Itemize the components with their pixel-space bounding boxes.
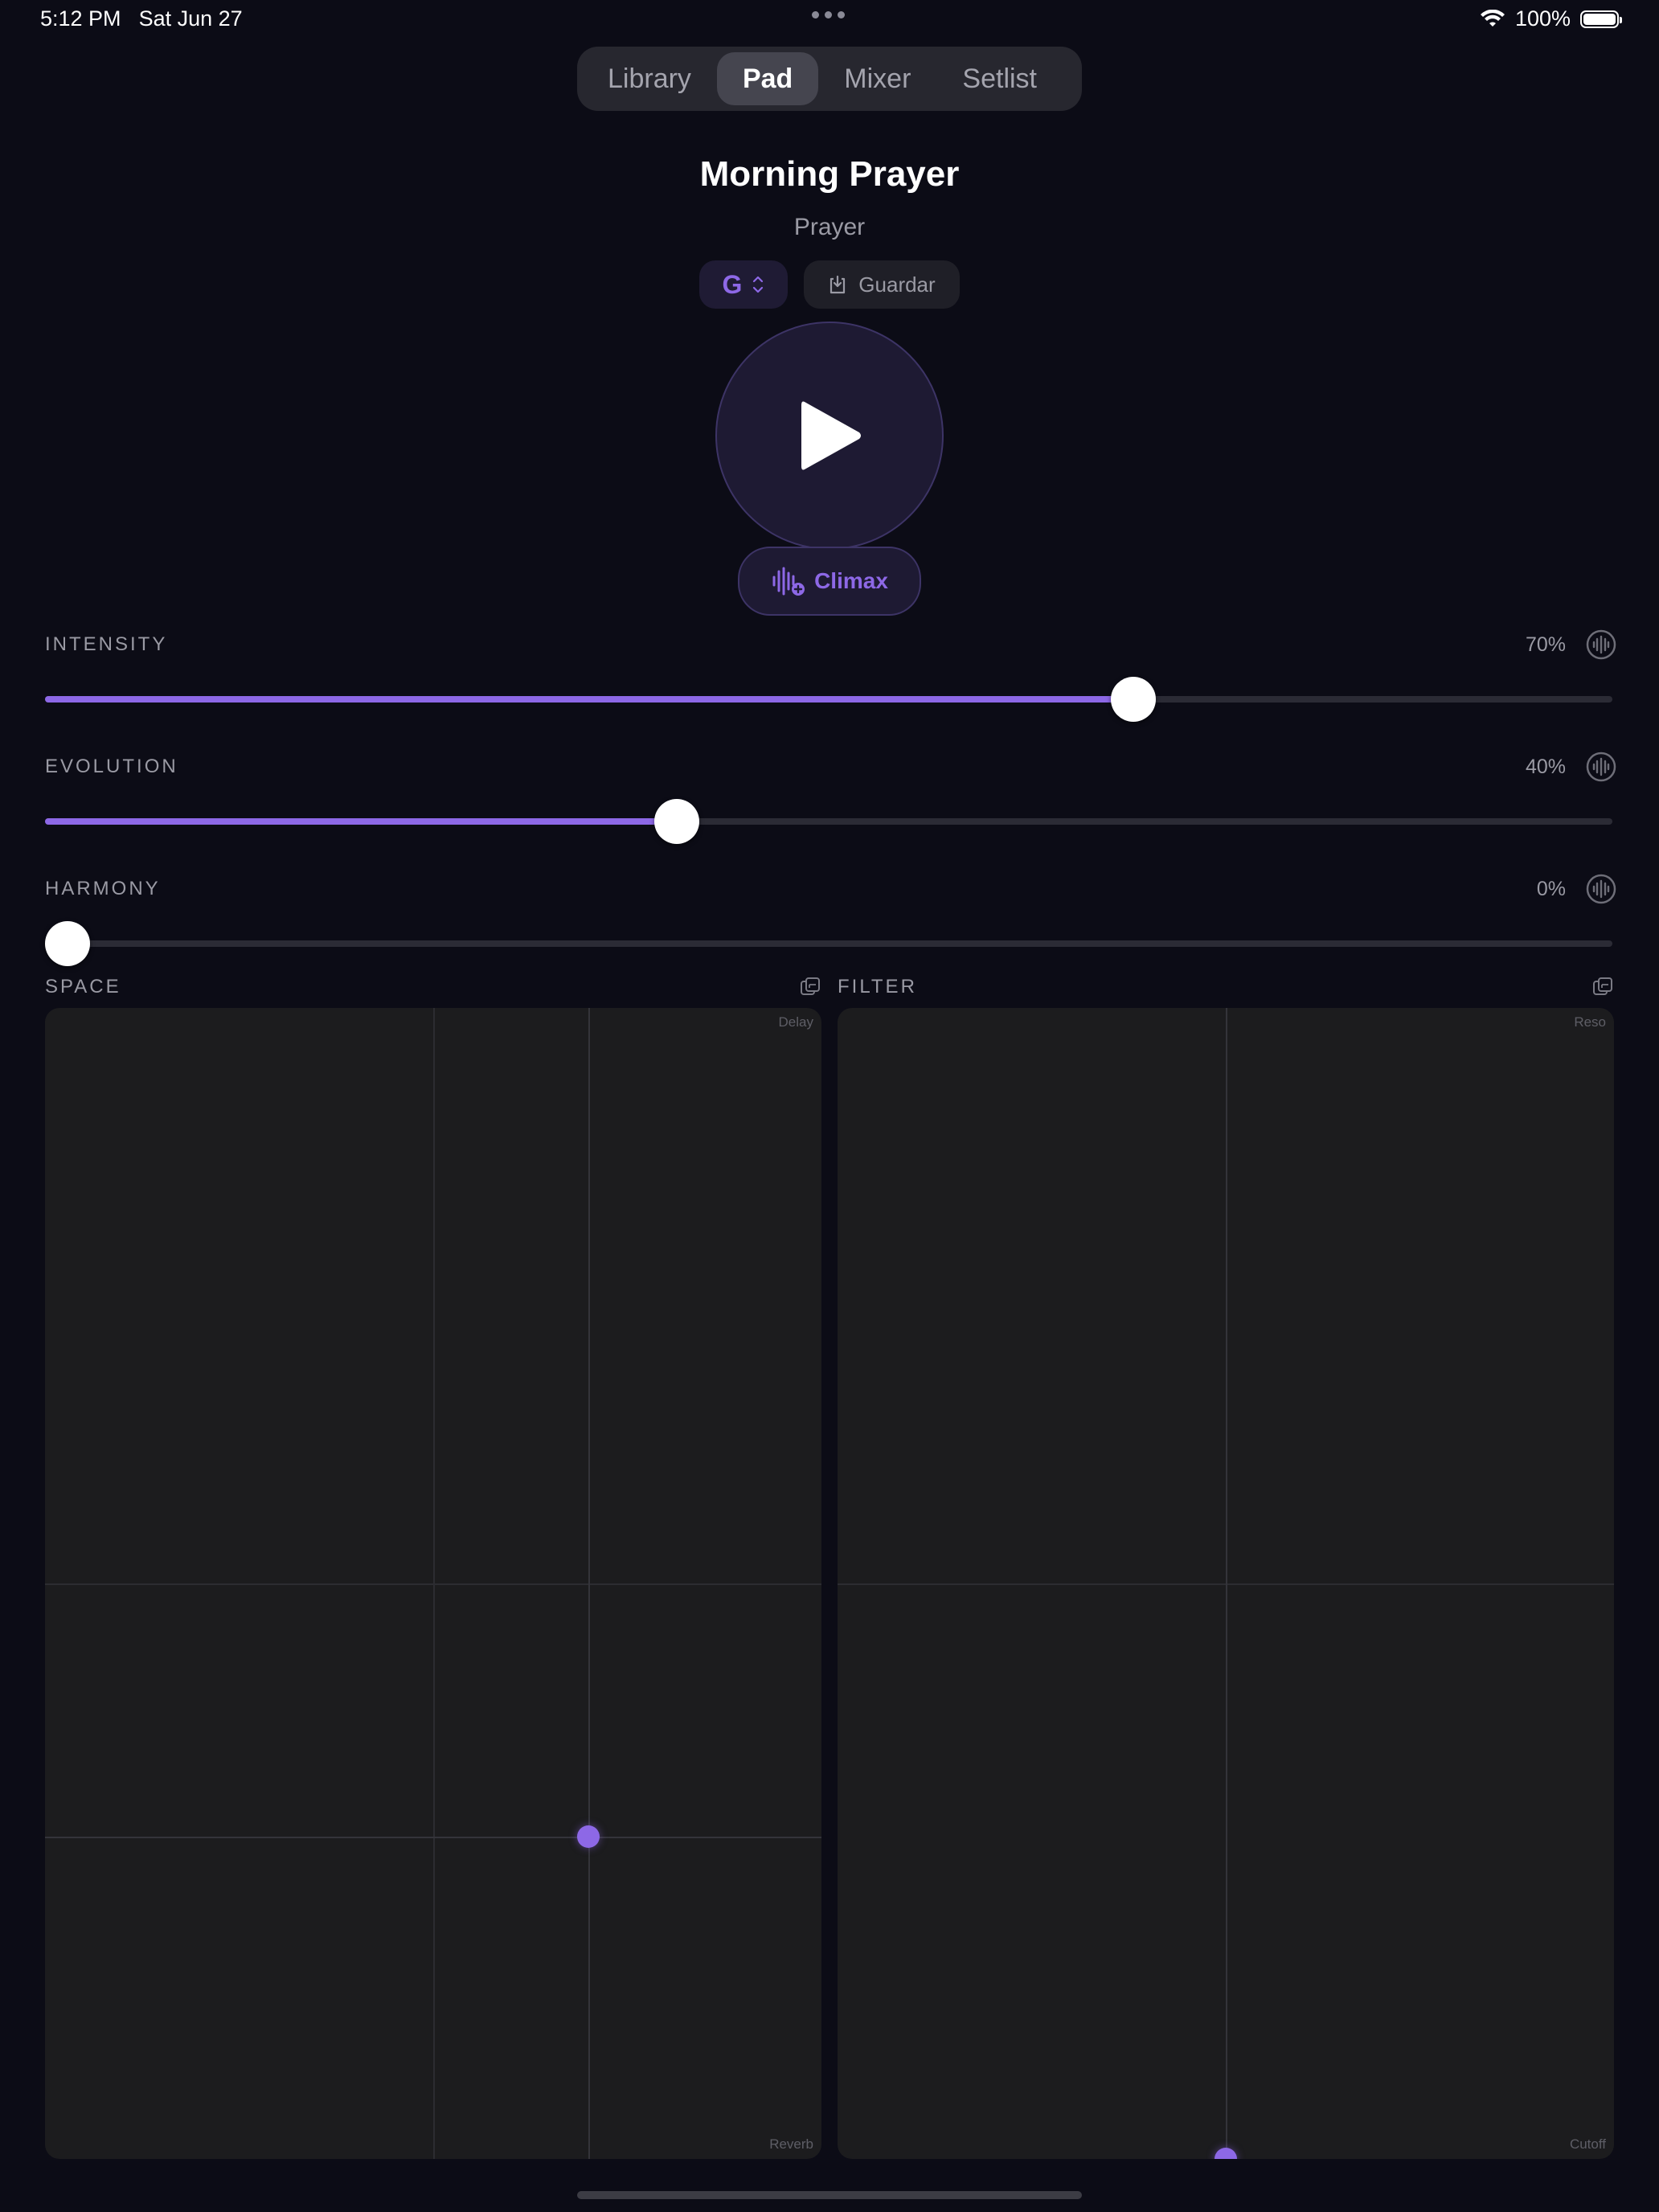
pad-crosshair-vertical — [1226, 1008, 1227, 2159]
harmony-slider-thumb[interactable] — [45, 921, 90, 966]
filter-x-axis-label: Cutoff — [1569, 2136, 1606, 2152]
pad-crosshair-horizontal — [45, 1837, 821, 1839]
harmony-value: 0% — [1536, 878, 1566, 900]
key-label: G — [722, 269, 743, 299]
play-button[interactable] — [715, 322, 944, 550]
tab-mixer[interactable]: Mixer — [818, 52, 936, 105]
key-selector-button[interactable]: G — [699, 260, 788, 309]
reset-square-icon[interactable] — [799, 976, 821, 998]
preset-subtitle: Prayer — [793, 214, 866, 240]
evolution-slider[interactable] — [45, 799, 1612, 844]
tab-setlist[interactable]: Setlist — [936, 52, 1063, 105]
save-label: Guardar — [858, 272, 936, 297]
download-tray-icon — [830, 275, 846, 294]
intensity-value: 70% — [1525, 633, 1566, 656]
waveform-plus-icon — [772, 567, 805, 596]
intensity-slider[interactable] — [45, 677, 1612, 722]
save-button[interactable]: Guardar — [804, 260, 960, 309]
status-bar-left: 5:12 PM Sat Jun 27 — [40, 6, 243, 31]
intensity-slider-thumb[interactable] — [1110, 677, 1156, 722]
status-time: 5:12 PM — [40, 6, 121, 31]
battery-percent: 100% — [1514, 6, 1571, 31]
evolution-slider-thumb[interactable] — [653, 799, 699, 844]
battery-icon — [1580, 10, 1622, 28]
main-tab-bar: Library Pad Mixer Setlist — [577, 47, 1082, 111]
space-xy-pad[interactable]: Delay Reverb — [45, 1008, 821, 2159]
filter-pad-handle[interactable] — [1215, 2148, 1237, 2159]
reset-square-icon[interactable] — [1591, 976, 1614, 998]
space-pad-handle[interactable] — [577, 1825, 600, 1849]
climax-button[interactable]: Climax — [738, 547, 921, 616]
modulation-waveform-icon[interactable] — [1585, 873, 1617, 905]
harmony-label: HARMONY — [45, 878, 161, 899]
climax-label: Climax — [814, 568, 888, 593]
evolution-label: EVOLUTION — [45, 756, 178, 777]
space-y-axis-label: Delay — [778, 1014, 813, 1030]
harmony-slider[interactable] — [45, 921, 1612, 966]
intensity-label: INTENSITY — [45, 633, 168, 655]
chevron-up-down-icon — [753, 276, 764, 293]
filter-pad-label: FILTER — [838, 976, 917, 997]
evolution-value: 40% — [1525, 756, 1566, 778]
intensity-slider-fill — [45, 696, 1133, 703]
space-x-axis-label: Reverb — [769, 2136, 813, 2152]
pad-grid-center-horizontal — [45, 1583, 821, 1585]
status-bar-right: 100% — [1480, 6, 1622, 31]
modulation-waveform-icon[interactable] — [1585, 629, 1617, 661]
home-indicator[interactable] — [577, 2191, 1082, 2199]
tab-pad[interactable]: Pad — [716, 52, 819, 105]
filter-xy-pad[interactable]: Reso Cutoff — [838, 1008, 1614, 2159]
tab-library[interactable]: Library — [582, 52, 717, 105]
preset-title: Morning Prayer — [699, 154, 960, 194]
multitasking-dots[interactable] — [812, 11, 845, 18]
wifi-icon — [1480, 9, 1505, 27]
modulation-waveform-icon[interactable] — [1585, 751, 1617, 783]
space-pad-label: SPACE — [45, 976, 121, 997]
status-date: Sat Jun 27 — [138, 6, 243, 31]
evolution-slider-fill — [45, 818, 677, 825]
play-icon — [801, 401, 861, 470]
filter-y-axis-label: Reso — [1574, 1014, 1606, 1030]
pad-crosshair-vertical — [588, 1008, 591, 2159]
